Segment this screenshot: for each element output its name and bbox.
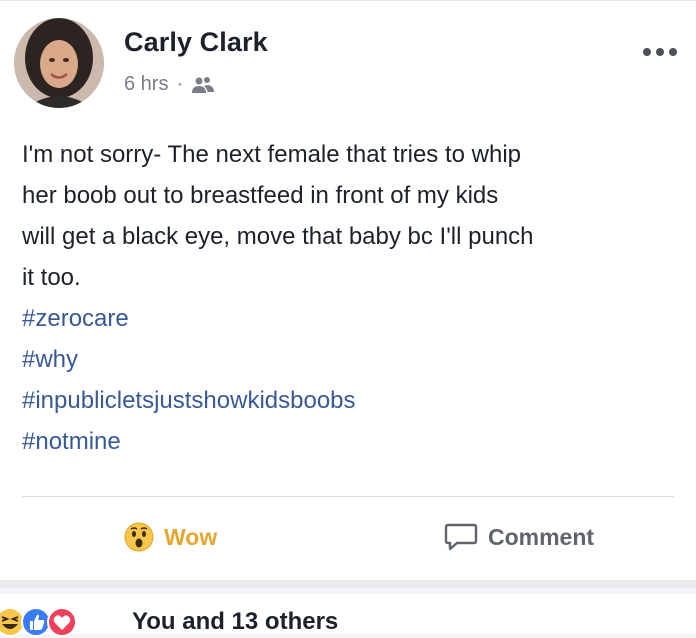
love-reaction-icon bbox=[47, 607, 77, 637]
reactions-summary: You and 13 others bbox=[0, 594, 696, 637]
hashtag-link[interactable]: #why bbox=[22, 339, 682, 380]
hashtag-link[interactable]: #notmine bbox=[22, 421, 682, 462]
section-separator bbox=[0, 580, 696, 588]
wow-icon bbox=[124, 522, 154, 552]
post-meta: 6 hrs · bbox=[124, 73, 215, 96]
friends-icon[interactable] bbox=[191, 76, 215, 94]
action-divider bbox=[22, 496, 674, 497]
post-text-line: I'm not sorry- The next female that trie… bbox=[22, 141, 522, 168]
wow-reaction-button[interactable]: Wow bbox=[124, 522, 217, 552]
author-name[interactable]: Carly Clark bbox=[124, 27, 268, 58]
post-text-line: her boob out to breastfeed in front of m… bbox=[22, 182, 499, 209]
wow-label: Wow bbox=[164, 523, 218, 550]
post-timestamp[interactable]: 6 hrs bbox=[124, 73, 168, 96]
meta-separator: · bbox=[176, 73, 184, 95]
comment-label: Comment bbox=[488, 523, 595, 550]
comment-button[interactable]: Comment bbox=[444, 522, 594, 552]
post-card: Carly Clark 6 hrs · I'm not sorry- The n… bbox=[0, 0, 696, 580]
more-options-icon bbox=[643, 48, 677, 56]
reaction-icons[interactable] bbox=[0, 606, 77, 638]
reactions-summary-text[interactable]: You and 13 others bbox=[132, 608, 338, 636]
hashtag-link[interactable]: #inpublicletsjustshowkidsboobs bbox=[22, 380, 682, 421]
more-options-button[interactable] bbox=[640, 44, 680, 60]
post-text-line: will get a black eye, move that baby bc … bbox=[22, 223, 534, 250]
profile-photo-icon bbox=[14, 18, 104, 108]
avatar[interactable] bbox=[14, 18, 104, 108]
comment-icon bbox=[444, 523, 478, 551]
top-border bbox=[0, 0, 696, 1]
post-text-line: it too. bbox=[22, 264, 81, 291]
post-text: I'm not sorry- The next female that trie… bbox=[22, 134, 682, 462]
hashtag-link[interactable]: #zerocare bbox=[22, 298, 682, 339]
